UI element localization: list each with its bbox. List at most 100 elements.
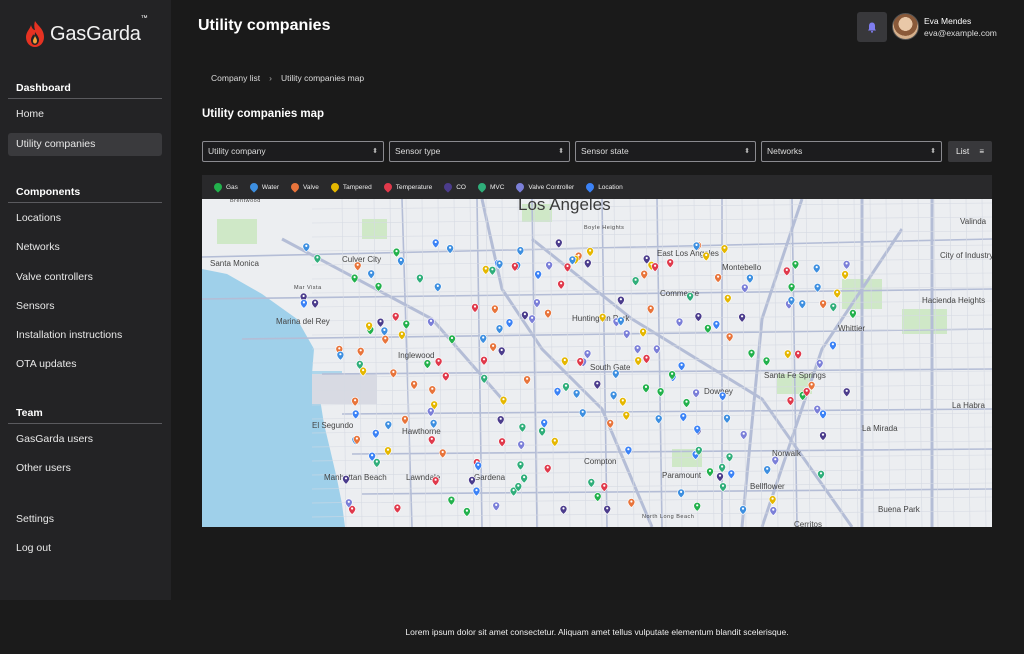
sensor-pin[interactable] (716, 472, 724, 482)
breadcrumb-company-list[interactable]: Company list (211, 73, 260, 83)
sensor-pin[interactable] (520, 473, 528, 484)
sensor-pin[interactable] (712, 320, 721, 330)
sensor-pin[interactable] (739, 505, 747, 515)
sensor-pin[interactable] (600, 482, 609, 492)
sensor-pin[interactable] (472, 486, 481, 497)
sensor-pin[interactable] (492, 501, 501, 512)
sensor-pin[interactable] (642, 354, 651, 364)
sensor-pin[interactable] (540, 418, 549, 429)
sensor-pin[interactable] (634, 356, 643, 367)
sensor-pin[interactable] (714, 273, 722, 283)
sensor-pin[interactable] (528, 314, 536, 325)
sensor-pin[interactable] (798, 299, 807, 310)
sensor-pin[interactable] (727, 469, 736, 480)
sensor-pin[interactable] (572, 389, 581, 399)
sensor-pin[interactable] (389, 368, 398, 379)
filter-sensor-state[interactable]: Sensor state ⬍ (575, 141, 756, 162)
sensor-pin[interactable] (720, 244, 729, 255)
sensor-pin[interactable] (704, 324, 712, 334)
sensor-pin[interactable] (356, 347, 365, 357)
sensor-pin[interactable] (654, 414, 663, 425)
sensor-pin[interactable] (593, 380, 602, 390)
sensor-pin[interactable] (397, 256, 405, 267)
sensor-pin[interactable] (481, 265, 490, 275)
sidebar-item-installation-instructions[interactable]: Installation instructions (8, 324, 162, 347)
sensor-pin[interactable] (725, 452, 734, 463)
sensor-pin[interactable] (495, 324, 504, 335)
sensor-pin[interactable] (488, 266, 497, 276)
sensor-pin[interactable] (656, 387, 665, 398)
sensor-pin[interactable] (384, 446, 392, 457)
sensor-pin[interactable] (498, 437, 506, 448)
sensor-pin[interactable] (787, 282, 796, 293)
sensor-pin[interactable] (609, 390, 618, 401)
sensor-pin[interactable] (646, 304, 655, 315)
sensor-pin[interactable] (829, 302, 838, 313)
sidebar-item-logout[interactable]: Log out (8, 537, 162, 560)
sensor-pin[interactable] (769, 506, 778, 516)
sensor-pin[interactable] (497, 346, 506, 357)
sensor-pin[interactable] (545, 261, 553, 271)
sensor-pin[interactable] (554, 238, 563, 249)
legend-item-water[interactable]: Water (248, 181, 279, 193)
sensor-pin[interactable] (583, 258, 592, 269)
sensor-pin[interactable] (480, 356, 488, 366)
sensor-pin[interactable] (372, 429, 380, 439)
sensor-pin[interactable] (480, 374, 489, 384)
sensor-pin[interactable] (603, 504, 612, 515)
sensor-pin[interactable] (446, 244, 454, 254)
sensor-pin[interactable] (342, 474, 350, 485)
sidebar-item-gasgarda-users[interactable]: GasGarda users (8, 428, 162, 451)
sensor-pin[interactable] (738, 313, 746, 323)
filter-networks[interactable]: Networks ⬍ (761, 141, 942, 162)
sensor-pin[interactable] (384, 420, 393, 431)
sensor-pin[interactable] (534, 270, 542, 280)
legend-item-valve[interactable]: Valve (289, 181, 319, 193)
sensor-pin[interactable] (499, 395, 508, 406)
sensor-pin[interactable] (353, 261, 362, 272)
sensor-pin[interactable] (819, 299, 827, 310)
sensor-pin[interactable] (523, 375, 531, 386)
sensor-pin[interactable] (640, 269, 649, 280)
sensor-pin[interactable] (675, 317, 684, 328)
sensor-pin[interactable] (768, 495, 777, 505)
sensor-pin[interactable] (428, 435, 436, 446)
sensor-pin[interactable] (374, 282, 383, 292)
sensor-pin[interactable] (819, 409, 827, 420)
sensor-pin[interactable] (677, 361, 686, 372)
sensor-pin[interactable] (631, 276, 640, 287)
sensor-pin[interactable] (311, 298, 319, 309)
sensor-pin[interactable] (563, 262, 572, 273)
sensor-pin[interactable] (611, 369, 620, 379)
sensor-pin[interactable] (762, 356, 771, 367)
sensor-pin[interactable] (815, 359, 824, 369)
filter-utility-company[interactable]: Utility company ⬍ (202, 141, 384, 162)
sidebar-item-networks[interactable]: Networks (8, 236, 162, 259)
sidebar-item-locations[interactable]: Locations (8, 207, 162, 230)
sidebar-item-sensors[interactable]: Sensors (8, 295, 162, 318)
sensor-pin[interactable] (583, 349, 592, 360)
sensor-pin[interactable] (489, 342, 497, 353)
sensor-pin[interactable] (702, 251, 711, 262)
sensor-pin[interactable] (447, 495, 456, 506)
sensor-pin[interactable] (391, 312, 400, 322)
sensor-pin[interactable] (747, 349, 756, 359)
sensor-pin[interactable] (543, 464, 552, 474)
sensor-pin[interactable] (351, 396, 359, 407)
sensor-pin[interactable] (849, 309, 857, 319)
sensor-pin[interactable] (817, 469, 825, 480)
sensor-pin[interactable] (692, 388, 700, 399)
list-view-button[interactable]: List ≡ (948, 141, 992, 162)
sensor-pin[interactable] (739, 430, 748, 440)
sensor-pin[interactable] (642, 383, 650, 394)
sensor-pin[interactable] (313, 254, 322, 264)
sensor-pin[interactable] (633, 344, 642, 355)
sensor-pin[interactable] (578, 408, 587, 419)
sensor-pin[interactable] (381, 335, 390, 345)
sensor-pin[interactable] (586, 247, 594, 257)
sensor-pin[interactable] (812, 263, 821, 274)
sensor-pin[interactable] (829, 340, 837, 351)
sensor-pin[interactable] (428, 385, 437, 396)
sensor-pin[interactable] (471, 303, 479, 313)
sensor-pin[interactable] (686, 292, 694, 302)
